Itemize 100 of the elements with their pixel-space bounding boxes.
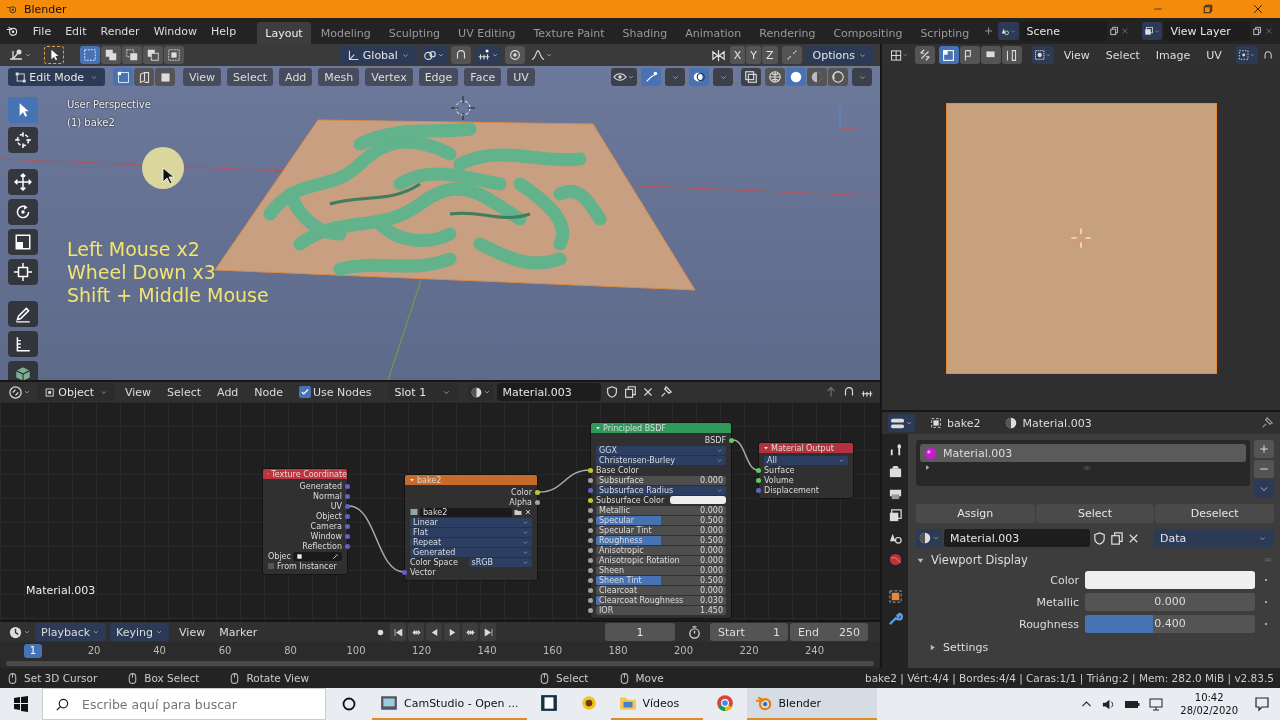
menu-item[interactable]: View	[1057, 46, 1096, 64]
socket-label: UV	[330, 501, 342, 511]
menu-item[interactable]: Node	[248, 383, 290, 401]
taskbar-app[interactable]: Blender	[746, 688, 877, 720]
clock-time[interactable]: 10:42	[1180, 691, 1238, 704]
panel-title[interactable]: Viewport Display	[931, 553, 1028, 567]
menu-item[interactable]: Select	[161, 383, 208, 401]
axis-toggle[interactable]: Y	[746, 46, 761, 64]
playhead[interactable]: 1	[24, 644, 42, 658]
shader-node[interactable]: bake2 Color Alpha bake2 Linear Flat Repeat Generated Color Space sRGB Vector	[404, 474, 538, 581]
material-action-button[interactable]: Select	[1035, 504, 1155, 523]
socket-label: BSDF	[704, 435, 726, 445]
node-slider[interactable]: Roughness 0.500	[596, 535, 726, 545]
menu-item[interactable]: Vertex	[365, 68, 413, 86]
material-action-button[interactable]: Deselect	[1155, 504, 1274, 523]
menu-item[interactable]: View	[183, 68, 222, 86]
node-slider[interactable]: Specular 0.500	[596, 515, 726, 525]
axis-toggle[interactable]: Z	[762, 46, 778, 64]
node-slider[interactable]: Sheen 0.000	[596, 565, 726, 575]
shader-type-dropdown[interactable]: Object	[37, 383, 115, 401]
node-slider[interactable]: Sheen Tint 0.500	[596, 575, 726, 585]
start-frame-field[interactable]: Start 1	[710, 623, 788, 641]
taskbar-app[interactable]: CamStudio - Open ...	[372, 688, 527, 720]
workspace-tab[interactable]: Shading	[614, 22, 676, 44]
workspace-tab[interactable]: Compositing	[825, 22, 911, 44]
shader-node[interactable]: Texture Coordinate Generated Normal UV Object Camera Window Reflection Objec From Instancer	[262, 468, 348, 575]
node-dropdown[interactable]: Generated	[410, 547, 532, 557]
node-dropdown[interactable]: sRGB	[468, 557, 532, 567]
link-dropdown[interactable]: Data	[1153, 529, 1274, 547]
value-slider[interactable]: 0.400	[1085, 615, 1255, 633]
slot-dropdown[interactable]: Slot 1	[387, 383, 458, 401]
material-name[interactable]: Material.003	[1022, 416, 1092, 430]
node-dropdown[interactable]: GGX	[596, 445, 726, 455]
node-dropdown[interactable]: All	[764, 455, 848, 465]
menu-item[interactable]: Edge	[418, 68, 459, 86]
menu-item[interactable]: Select	[227, 68, 274, 86]
node-slider[interactable]: Subsurface 0.000	[596, 475, 726, 485]
shader-node[interactable]: Material Output All Surface Volume Displacement	[758, 442, 854, 499]
material-name-label: Material.003	[26, 584, 96, 597]
node-dropdown[interactable]: Flat	[410, 527, 532, 537]
workspace-tab[interactable]: Layout	[257, 22, 311, 44]
workspace-tab[interactable]: Modeling	[312, 22, 379, 44]
menu-item[interactable]: Marker	[213, 623, 264, 641]
node-dropdown[interactable]: Linear	[410, 517, 532, 527]
menu-item[interactable]: Face	[464, 68, 502, 86]
material-slot[interactable]: Material.003	[920, 444, 1246, 462]
menu-item[interactable]: View	[173, 623, 212, 641]
socket-label: Alpha	[509, 497, 532, 507]
menu-item[interactable]: Edit	[59, 20, 93, 42]
object-name[interactable]: bake2	[947, 416, 981, 430]
node-slider[interactable]: Anisotropic 0.000	[596, 545, 726, 555]
node-dropdown[interactable]: Christensen-Burley	[596, 455, 726, 465]
field-label: Objec	[268, 551, 291, 561]
current-frame-field[interactable]: 1	[605, 623, 675, 641]
menu-item[interactable]: Keying	[110, 623, 170, 641]
socket-label: Window	[310, 531, 342, 541]
menu-item[interactable]: File	[26, 20, 58, 42]
node-slider[interactable]: Specular Tint 0.000	[596, 525, 726, 535]
menu-item[interactable]: UV	[507, 68, 535, 86]
value-slider[interactable]: 0.000	[1085, 593, 1255, 611]
menu-item[interactable]: Image	[1149, 46, 1197, 64]
axis-toggle[interactable]: X	[729, 46, 746, 64]
panel-title[interactable]: Settings	[943, 641, 989, 654]
workspace-tab[interactable]: Sculpting	[380, 22, 449, 44]
menu-item[interactable]: Window	[147, 20, 204, 42]
search-field[interactable]: Escribe aquí para buscar	[42, 688, 326, 720]
node-slider[interactable]: Clearcoat 0.000	[596, 585, 726, 595]
node-slider[interactable]: Anisotropic Rotation 0.000	[596, 555, 726, 565]
menu-item[interactable]: Help	[205, 20, 243, 42]
workspace-tab[interactable]: UV Editing	[450, 22, 524, 44]
material-field[interactable]: Material.003	[944, 529, 1090, 547]
node-slider[interactable]: Metallic 0.000	[596, 505, 726, 515]
menu-item[interactable]: Playback	[35, 623, 107, 641]
workspace-tab[interactable]: Rendering	[751, 22, 824, 44]
material-action-button[interactable]: Assign	[916, 504, 1035, 523]
taskbar-app[interactable]: Vídeos	[610, 688, 703, 720]
menu-item[interactable]: Add	[279, 68, 313, 86]
orientation-dropdown[interactable]: Global	[339, 46, 417, 64]
workspace-tab[interactable]: Texture Paint	[525, 22, 613, 44]
material-field[interactable]: Material.003	[496, 383, 601, 401]
node-dropdown[interactable]: Repeat	[410, 537, 532, 547]
options-dropdown[interactable]: Options	[805, 46, 874, 64]
clock-date[interactable]: 28/02/2020	[1180, 704, 1238, 717]
shortcut-hint: Move	[635, 672, 664, 684]
menu-item[interactable]: View	[119, 383, 158, 401]
image-field[interactable]: bake2	[420, 507, 512, 517]
menu-item[interactable]: Add	[211, 383, 245, 401]
end-frame-field[interactable]: End 250	[790, 623, 868, 641]
menu-item[interactable]: UV	[1200, 46, 1228, 64]
menu-item[interactable]: Select	[1099, 46, 1146, 64]
use-nodes-checkbox[interactable]: Use Nodes	[293, 383, 378, 401]
workspace-tab[interactable]: Animation	[677, 22, 750, 44]
node-dropdown[interactable]: Subsurface Radius	[596, 485, 726, 495]
view-layer-field[interactable]: View Layer	[1164, 21, 1251, 41]
mode-dropdown[interactable]: Edit Mode	[8, 68, 105, 86]
scene-field[interactable]: Scene	[1020, 21, 1107, 41]
menu-item[interactable]: Mesh	[318, 68, 360, 86]
workspace-tab[interactable]: Scripting	[912, 22, 978, 44]
menu-item[interactable]: Render	[94, 20, 146, 42]
node-slider[interactable]: IOR 1.450	[596, 605, 726, 615]
